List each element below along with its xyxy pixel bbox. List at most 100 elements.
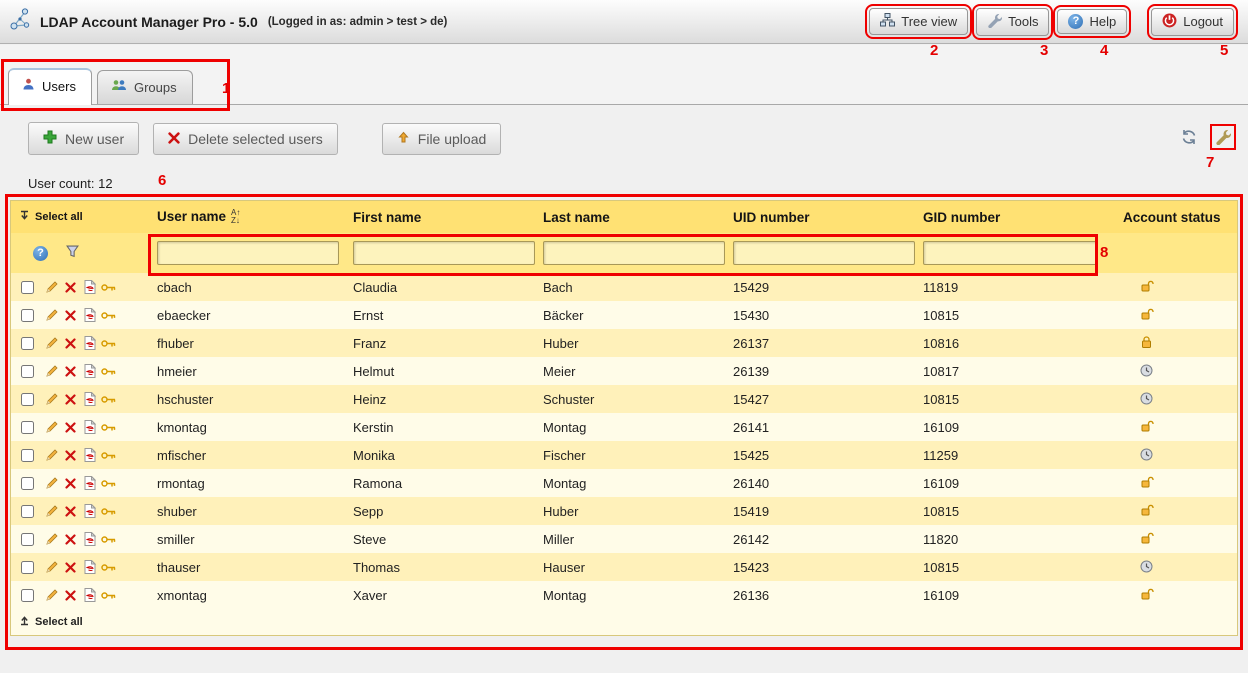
row-checkbox[interactable] (21, 533, 34, 546)
pdf-icon[interactable] (82, 308, 97, 323)
edit-icon[interactable] (44, 588, 59, 603)
row-checkbox[interactable] (21, 477, 34, 490)
pdf-icon[interactable] (82, 476, 97, 491)
edit-icon[interactable] (44, 364, 59, 379)
delete-icon[interactable] (63, 448, 78, 463)
tree-view-button[interactable]: Tree view (869, 8, 968, 35)
password-key-icon[interactable] (101, 504, 116, 519)
delete-x-icon (168, 131, 180, 147)
cell-username: ebaecker (149, 301, 345, 329)
pdf-icon[interactable] (82, 504, 97, 519)
delete-icon[interactable] (63, 392, 78, 407)
pdf-icon[interactable] (82, 364, 97, 379)
cell-last-name: Montag (535, 413, 725, 441)
edit-icon[interactable] (44, 532, 59, 547)
password-key-icon[interactable] (101, 588, 116, 603)
tools-button[interactable]: Tools (976, 8, 1049, 36)
edit-icon[interactable] (44, 504, 59, 519)
edit-icon[interactable] (44, 420, 59, 435)
filter-last-name-input[interactable] (543, 241, 725, 265)
delete-icon[interactable] (63, 476, 78, 491)
delete-icon[interactable] (63, 364, 78, 379)
pdf-icon[interactable] (82, 420, 97, 435)
tab-groups[interactable]: Groups (97, 70, 193, 104)
sort-icon[interactable]: A↑Z↓ (231, 209, 240, 225)
filter-uid-input[interactable] (733, 241, 915, 265)
pdf-icon[interactable] (82, 532, 97, 547)
table-row: hmeier Helmut Meier 26139 10817 (11, 357, 1237, 385)
edit-icon[interactable] (44, 476, 59, 491)
cell-first-name: Kerstin (345, 413, 535, 441)
pdf-icon[interactable] (82, 448, 97, 463)
delete-icon[interactable] (63, 308, 78, 323)
filter-user-name-input[interactable] (157, 241, 339, 265)
pdf-icon[interactable] (82, 588, 97, 603)
edit-icon[interactable] (44, 308, 59, 323)
delete-icon[interactable] (63, 560, 78, 575)
cell-uid: 15429 (725, 273, 915, 301)
edit-icon[interactable] (44, 448, 59, 463)
password-key-icon[interactable] (101, 364, 116, 379)
new-user-label: New user (65, 131, 124, 147)
row-checkbox[interactable] (21, 449, 34, 462)
edit-icon[interactable] (44, 560, 59, 575)
pdf-icon[interactable] (82, 280, 97, 295)
table-row: rmontag Ramona Montag 26140 16109 (11, 469, 1237, 497)
new-user-button[interactable]: New user (28, 122, 139, 155)
password-key-icon[interactable] (101, 392, 116, 407)
row-checkbox[interactable] (21, 365, 34, 378)
delete-icon[interactable] (63, 504, 78, 519)
edit-icon[interactable] (44, 280, 59, 295)
expired-icon (1139, 391, 1154, 406)
filter-funnel-icon[interactable] (66, 245, 79, 263)
filter-help-icon[interactable]: ? (33, 246, 48, 261)
row-checkbox[interactable] (21, 505, 34, 518)
row-checkbox[interactable] (21, 337, 34, 350)
settings-wrench-icon[interactable] (1214, 128, 1232, 146)
password-key-icon[interactable] (101, 448, 116, 463)
help-button[interactable]: ? Help (1057, 9, 1127, 34)
cell-username: shuber (149, 497, 345, 525)
pdf-icon[interactable] (82, 392, 97, 407)
edit-icon[interactable] (44, 336, 59, 351)
row-checkbox[interactable] (21, 309, 34, 322)
password-key-icon[interactable] (101, 532, 116, 547)
row-checkbox[interactable] (21, 589, 34, 602)
cell-username: hschuster (149, 385, 345, 413)
delete-icon[interactable] (63, 588, 78, 603)
password-key-icon[interactable] (101, 280, 116, 295)
delete-icon[interactable] (63, 336, 78, 351)
cell-first-name: Monika (345, 441, 535, 469)
edit-icon[interactable] (44, 392, 59, 407)
column-first-name: First name (345, 201, 535, 233)
annotation-7: 7 (1206, 154, 1214, 171)
filter-first-name-input[interactable] (353, 241, 535, 265)
row-checkbox[interactable] (21, 561, 34, 574)
select-all-bottom[interactable]: Select all (19, 615, 83, 629)
pdf-icon[interactable] (82, 560, 97, 575)
filter-gid-input[interactable] (923, 241, 1097, 265)
tab-users[interactable]: Users (8, 68, 92, 105)
logout-button[interactable]: Logout (1151, 8, 1234, 36)
row-checkbox[interactable] (21, 281, 34, 294)
password-key-icon[interactable] (101, 336, 116, 351)
locked-icon (1139, 335, 1154, 350)
password-key-icon[interactable] (101, 476, 116, 491)
delete-icon[interactable] (63, 280, 78, 295)
password-key-icon[interactable] (101, 560, 116, 575)
password-key-icon[interactable] (101, 420, 116, 435)
delete-selected-button[interactable]: Delete selected users (153, 123, 338, 155)
file-upload-button[interactable]: File upload (382, 123, 502, 155)
row-checkbox[interactable] (21, 421, 34, 434)
select-all-top[interactable]: Select all (19, 210, 83, 224)
row-checkbox[interactable] (21, 393, 34, 406)
refresh-icon[interactable] (1180, 128, 1198, 146)
cell-first-name: Xaver (345, 581, 535, 609)
password-key-icon[interactable] (101, 308, 116, 323)
cell-gid: 10816 (915, 329, 1115, 357)
pdf-icon[interactable] (82, 336, 97, 351)
upload-arrow-icon (397, 131, 410, 147)
delete-icon[interactable] (63, 532, 78, 547)
cell-last-name: Hauser (535, 553, 725, 581)
delete-icon[interactable] (63, 420, 78, 435)
